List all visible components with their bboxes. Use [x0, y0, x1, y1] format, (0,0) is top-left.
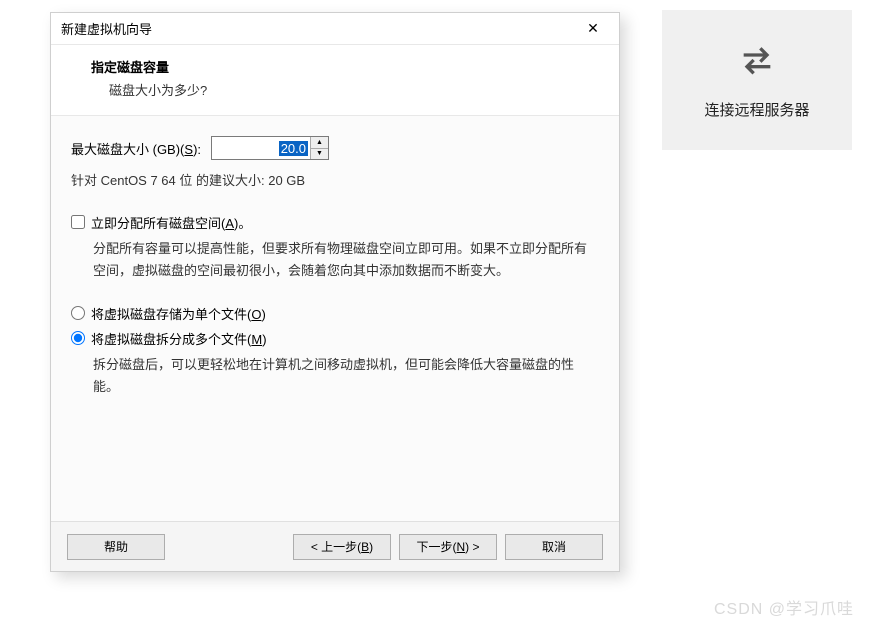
disk-file-radio-group: 将虚拟磁盘存储为单个文件(O) 将虚拟磁盘拆分成多个文件(M) 拆分磁盘后，可以… — [71, 304, 599, 398]
next-button[interactable]: 下一步(N) > — [399, 534, 497, 560]
allocate-now-row: 立即分配所有磁盘空间(A)。 — [71, 213, 599, 232]
store-split-radio[interactable] — [71, 331, 85, 345]
store-single-label[interactable]: 将虚拟磁盘存储为单个文件(O) — [91, 304, 266, 323]
store-single-row: 将虚拟磁盘存储为单个文件(O) — [71, 304, 599, 323]
store-split-description: 拆分磁盘后，可以更轻松地在计算机之间移动虚拟机，但可能会降低大容量磁盘的性能。 — [93, 354, 599, 398]
recommended-size-text: 针对 CentOS 7 64 位 的建议大小: 20 GB — [71, 170, 599, 189]
new-vm-wizard-dialog: 新建虚拟机向导 ✕ 指定磁盘容量 磁盘大小为多少? 最大磁盘大小 (GB)(S)… — [50, 12, 620, 572]
close-button[interactable]: ✕ — [573, 15, 613, 43]
back-button[interactable]: < 上一步(B) — [293, 534, 391, 560]
disk-size-input[interactable]: 20.0 — [212, 137, 310, 159]
wizard-content: 最大磁盘大小 (GB)(S): 20.0 ▲ ▼ 针对 CentOS 7 64 … — [51, 116, 619, 521]
wizard-footer: 帮助 < 上一步(B) 下一步(N) > 取消 — [51, 521, 619, 571]
titlebar: 新建虚拟机向导 ✕ — [51, 13, 619, 45]
spinner-up-button[interactable]: ▲ — [311, 137, 328, 149]
connect-remote-server-tile[interactable]: 连接远程服务器 — [662, 10, 852, 150]
help-button[interactable]: 帮助 — [67, 534, 165, 560]
allocate-now-label[interactable]: 立即分配所有磁盘空间(A)。 — [91, 213, 251, 232]
watermark: CSDN @学习爪哇 — [714, 595, 854, 619]
wizard-header: 指定磁盘容量 磁盘大小为多少? — [51, 45, 619, 116]
store-single-radio[interactable] — [71, 306, 85, 320]
page-subtitle: 磁盘大小为多少? — [109, 80, 595, 99]
cancel-button[interactable]: 取消 — [505, 534, 603, 560]
dialog-title: 新建虚拟机向导 — [61, 19, 152, 38]
disk-size-spinner[interactable]: 20.0 ▲ ▼ — [211, 136, 329, 160]
page-title: 指定磁盘容量 — [91, 57, 595, 76]
allocate-now-checkbox[interactable] — [71, 215, 85, 229]
disk-size-label: 最大磁盘大小 (GB)(S): — [71, 139, 201, 158]
spinner-down-button[interactable]: ▼ — [311, 149, 328, 160]
disk-size-value: 20.0 — [279, 141, 308, 156]
spinner-buttons: ▲ ▼ — [310, 137, 328, 159]
allocate-now-description: 分配所有容量可以提高性能，但要求所有物理磁盘空间立即可用。如果不立即分配所有空间… — [93, 238, 599, 282]
swap-arrows-icon — [737, 40, 777, 83]
store-split-row: 将虚拟磁盘拆分成多个文件(M) — [71, 329, 599, 348]
close-icon: ✕ — [587, 20, 599, 37]
store-split-label[interactable]: 将虚拟磁盘拆分成多个文件(M) — [91, 329, 267, 348]
disk-size-row: 最大磁盘大小 (GB)(S): 20.0 ▲ ▼ — [71, 136, 599, 160]
connect-remote-server-label: 连接远程服务器 — [704, 99, 809, 120]
